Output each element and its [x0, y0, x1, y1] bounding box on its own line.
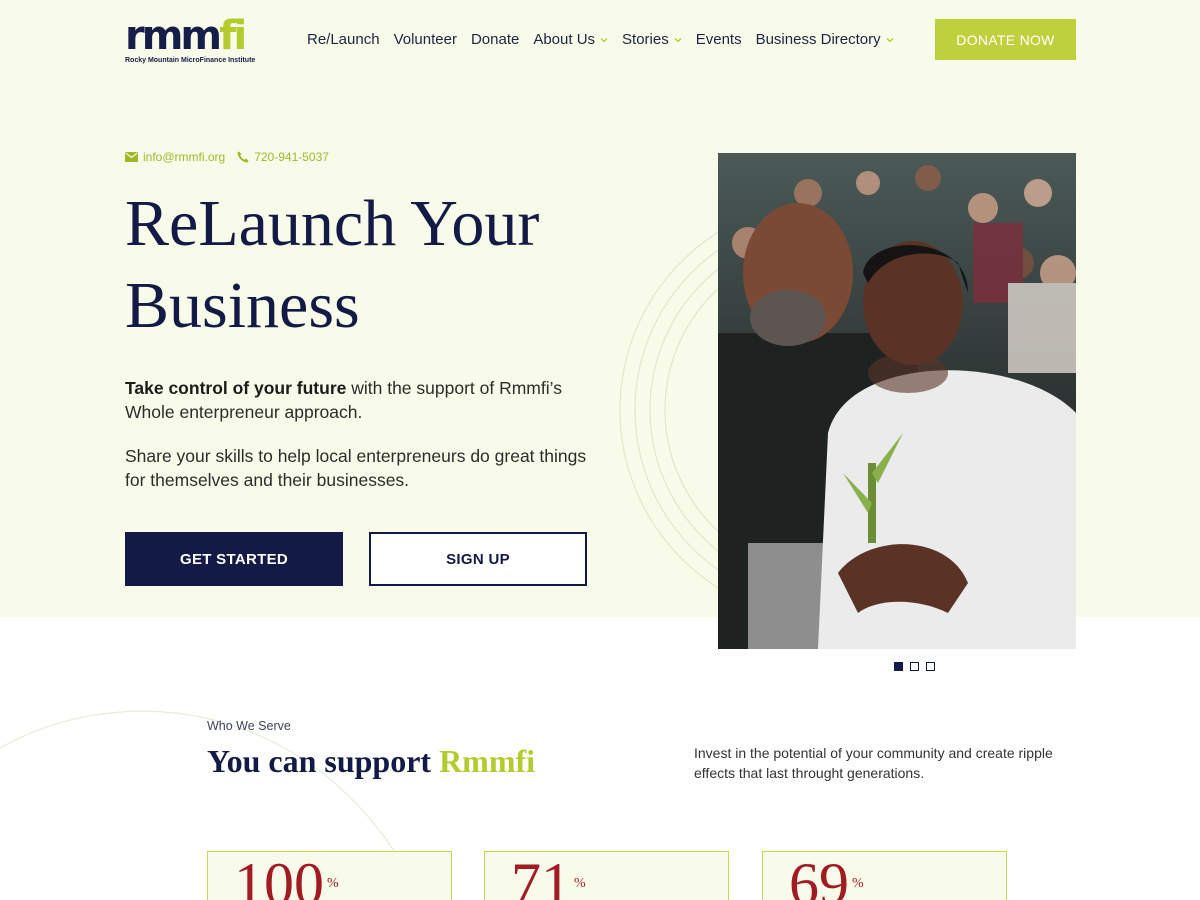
section-title-plain: You can support [207, 743, 440, 779]
chevron-down-icon [886, 38, 894, 43]
get-started-button[interactable]: GET STARTED [125, 532, 343, 586]
carousel-dot-2[interactable] [910, 662, 919, 671]
email-text: info@rmmfi.org [143, 150, 226, 164]
stat-value: 69% [789, 851, 864, 900]
donate-now-button[interactable]: DONATE NOW [935, 19, 1076, 60]
hero-paragraph-2: Share your skills to help local enterpre… [125, 446, 587, 490]
carousel-dots [894, 662, 935, 671]
phone-link[interactable]: 720-941-5037 [237, 150, 329, 164]
logo-wordmark: rmmfi [125, 13, 247, 59]
hero-photo [718, 153, 1076, 649]
nav-stories[interactable]: Stories [622, 30, 682, 50]
carousel-dot-1[interactable] [894, 662, 903, 671]
hero-photo-image [718, 153, 1076, 649]
hero-paragraph-1-bold: Take control of your future [125, 378, 347, 398]
section-description: Invest in the potential of your communit… [694, 745, 1053, 781]
sign-up-button[interactable]: SIGN UP [369, 532, 587, 586]
nav-about-us[interactable]: About Us [533, 30, 608, 50]
nav-donate[interactable]: Donate [471, 30, 519, 50]
chevron-down-icon [674, 38, 682, 43]
logo-subtitle: Rocky Mountain MicroFinance Institute [125, 57, 256, 64]
section-title: You can support Rmmfi [207, 743, 535, 780]
email-link[interactable]: info@rmmfi.org [125, 150, 225, 164]
section-eyebrow: Who We Serve [207, 719, 291, 733]
site-header: rmmfi Rocky Mountain MicroFinance Instit… [0, 0, 1200, 80]
mail-icon [125, 152, 138, 162]
stat-card-1: 100% [207, 851, 452, 900]
hero-title: ReLaunch Your Business [125, 187, 540, 342]
carousel-dot-3[interactable] [926, 662, 935, 671]
section-title-highlight: Rmmfi [439, 743, 536, 779]
stat-value: 100% [234, 851, 339, 900]
phone-text: 720-941-5037 [254, 150, 329, 164]
contact-info: info@rmmfi.org 720-941-5037 [125, 150, 329, 164]
nav-relaunch[interactable]: Re/Launch [307, 30, 380, 50]
main-nav: Re/Launch Volunteer Donate About Us Stor… [307, 30, 908, 50]
nav-volunteer[interactable]: Volunteer [394, 30, 457, 50]
chevron-down-icon [600, 38, 608, 43]
stat-card-2: 71% [484, 851, 729, 900]
phone-icon [237, 151, 249, 163]
logo[interactable]: rmmfi Rocky Mountain MicroFinance Instit… [125, 14, 265, 68]
stat-value: 71% [511, 851, 586, 900]
hero-paragraph-1: Take control of your future with the sup… [125, 376, 595, 424]
nav-events[interactable]: Events [696, 30, 742, 50]
stat-card-3: 69% [762, 851, 1007, 900]
nav-business-directory[interactable]: Business Directory [756, 30, 894, 50]
